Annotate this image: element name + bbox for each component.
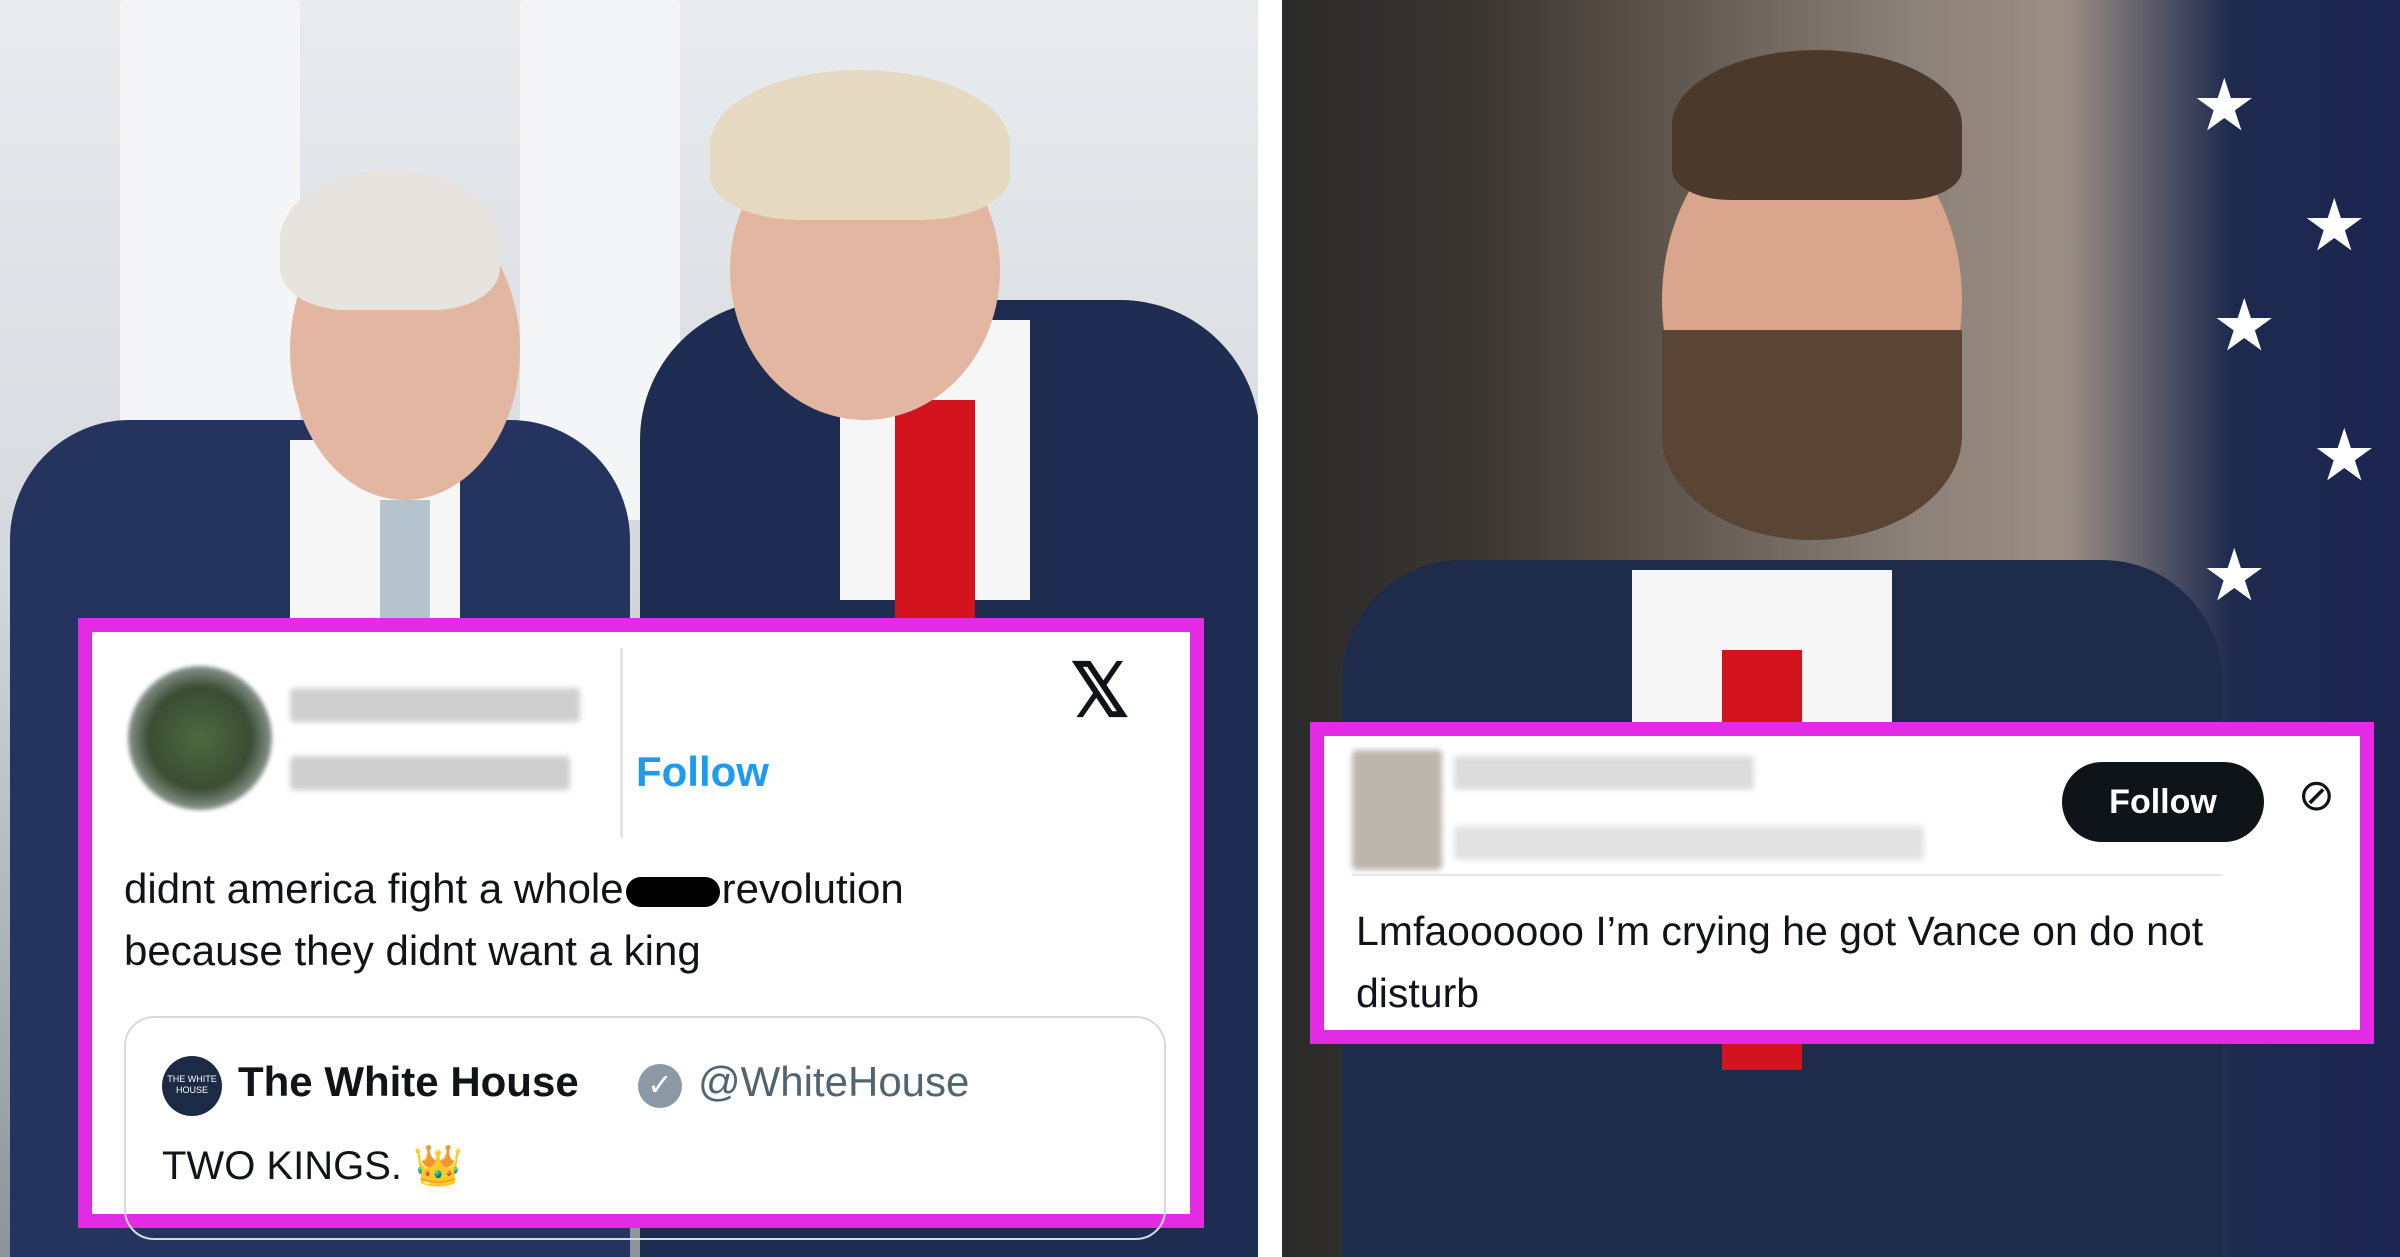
quoted-tweet-text: TWO KINGS. 👑 — [162, 1144, 463, 1188]
person-beard — [1662, 330, 1962, 540]
handle-blurred — [290, 756, 570, 790]
tweet-text-line2: because they didnt want a king — [124, 927, 701, 974]
quoted-tweet[interactable]: THE WHITE HOUSE The White House ✓ @White… — [124, 1016, 1166, 1240]
person-right-hair — [710, 70, 1010, 220]
tweet-text-part2: revolution — [721, 865, 904, 912]
flag-star: ★ — [2202, 536, 2267, 616]
tweet-text: didnt america fight a whole revolution be… — [124, 858, 1164, 982]
flag-star: ★ — [2192, 66, 2257, 146]
user-avatar-blurred — [1352, 750, 1442, 870]
tweet-text-line2: disturb — [1356, 970, 1480, 1016]
flag-star: ★ — [2302, 186, 2367, 266]
follow-link[interactable]: Follow — [636, 748, 769, 796]
header-separator — [1352, 874, 2222, 876]
right-tweet-card: Follow ⊘ Lmfaoooooo I’m crying he got Va… — [1310, 722, 2374, 1044]
quoted-author-handle: @WhiteHouse — [698, 1058, 970, 1105]
tweet-text: Lmfaoooooo I’m crying he got Vance on do… — [1356, 900, 2356, 1024]
handle-blurred — [1454, 826, 1924, 860]
flag-star: ★ — [2312, 416, 2377, 496]
redaction-bar — [625, 876, 720, 907]
verified-badge-icon: ✓ — [638, 1064, 682, 1108]
mute-icon[interactable]: ⊘ — [2298, 770, 2335, 821]
x-logo-icon: 𝕏 — [1070, 649, 1130, 732]
username-blurred — [1454, 756, 1754, 790]
user-avatar-blurred — [128, 666, 272, 810]
header-separator — [620, 648, 623, 838]
username-blurred — [290, 688, 580, 722]
white-house-logo: THE WHITE HOUSE — [162, 1056, 222, 1116]
tweet-text-line1: Lmfaoooooo I’m crying he got Vance on do… — [1356, 908, 2204, 954]
quoted-author-name: The White House — [238, 1058, 579, 1105]
left-tweet-card: Follow 𝕏 didnt america fight a whole revo… — [78, 618, 1204, 1240]
tweet-text-part1: didnt america fight a whole — [124, 865, 624, 912]
person-right-tie — [895, 400, 975, 620]
person-left-tie — [380, 500, 430, 630]
flag-star: ★ — [2212, 286, 2277, 366]
person-hair — [1672, 50, 1962, 200]
follow-button[interactable]: Follow — [2062, 762, 2264, 842]
panel-divider — [1258, 0, 1282, 1257]
person-left-hair — [280, 170, 500, 310]
right-photo: ★ ★ ★ ★ ★ — [1282, 0, 2400, 1257]
